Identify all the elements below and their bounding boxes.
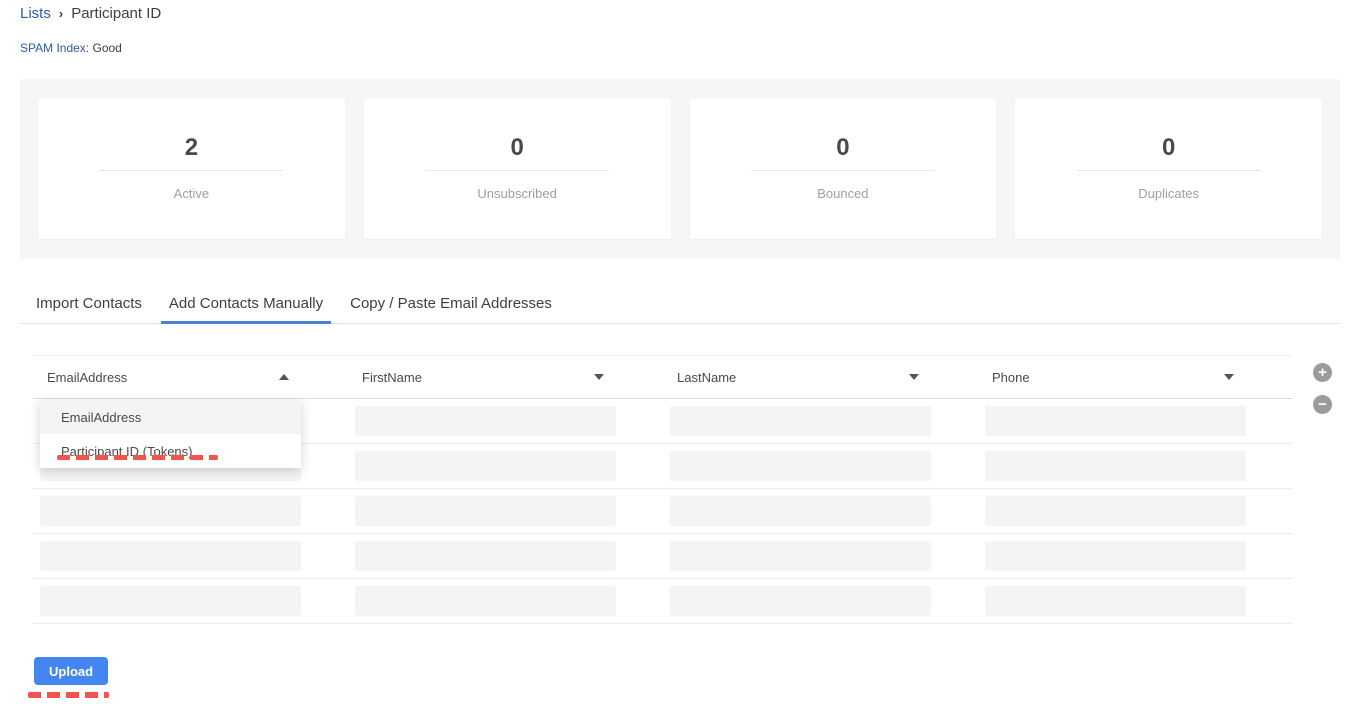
dropdown-option-emailaddress[interactable]: EmailAddress <box>40 400 301 434</box>
column-header-label: Phone <box>992 370 1030 385</box>
column-select-firstname[interactable]: FirstName <box>355 356 616 398</box>
stat-value: 0 <box>836 135 849 161</box>
breadcrumb-link-lists[interactable]: Lists <box>20 5 51 22</box>
breadcrumb-current: Participant ID <box>71 5 161 22</box>
remove-row-button[interactable]: − <box>1313 395 1332 414</box>
phone-input[interactable] <box>985 406 1246 436</box>
contact-row <box>33 534 1293 579</box>
annotation-dashed-underline-upload <box>28 692 109 698</box>
add-row-button[interactable]: + <box>1313 363 1332 382</box>
stat-value: 0 <box>1162 135 1175 161</box>
emailaddress-column-dropdown: EmailAddress Participant ID (Tokens) <box>40 400 301 468</box>
divider <box>99 170 283 171</box>
tab-add-contacts-manually[interactable]: Add Contacts Manually <box>161 295 331 324</box>
firstname-input[interactable] <box>355 496 616 526</box>
column-select-emailaddress[interactable]: EmailAddress <box>40 356 301 398</box>
row-controls: + − <box>1313 363 1332 414</box>
email-input[interactable] <box>40 541 301 571</box>
lastname-input[interactable] <box>670 496 931 526</box>
stat-label: Unsubscribed <box>477 186 557 201</box>
divider <box>751 170 935 171</box>
stat-label: Bounced <box>817 186 868 201</box>
stats-panel: 2 Active 0 Unsubscribed 0 Bounced 0 Dupl… <box>20 79 1340 259</box>
tab-copy-paste-email-addresses[interactable]: Copy / Paste Email Addresses <box>342 295 560 323</box>
chevron-down-icon <box>594 374 604 380</box>
firstname-input[interactable] <box>355 406 616 436</box>
phone-input[interactable] <box>985 451 1246 481</box>
stat-value: 0 <box>510 135 523 161</box>
table-header-row: EmailAddress FirstName LastName Phone <box>33 355 1293 399</box>
firstname-input[interactable] <box>355 451 616 481</box>
stat-label: Active <box>174 186 209 201</box>
stat-value: 2 <box>185 135 198 161</box>
stat-card-active: 2 Active <box>38 99 345 239</box>
chevron-down-icon <box>909 374 919 380</box>
email-input[interactable] <box>40 496 301 526</box>
firstname-input[interactable] <box>355 541 616 571</box>
stat-card-unsubscribed: 0 Unsubscribed <box>364 99 671 239</box>
phone-input[interactable] <box>985 496 1246 526</box>
lastname-input[interactable] <box>670 406 931 436</box>
email-input[interactable] <box>40 586 301 616</box>
firstname-input[interactable] <box>355 586 616 616</box>
stat-card-bounced: 0 Bounced <box>690 99 997 239</box>
stat-label: Duplicates <box>1138 186 1199 201</box>
contacts-mapping-table: EmailAddress FirstName LastName Phone <box>33 355 1293 624</box>
dropdown-option-participant-id-tokens[interactable]: Participant ID (Tokens) <box>40 434 301 468</box>
lastname-input[interactable] <box>670 586 931 616</box>
lastname-input[interactable] <box>670 541 931 571</box>
phone-input[interactable] <box>985 541 1246 571</box>
column-header-label: LastName <box>677 370 736 385</box>
spam-index-value: Good <box>92 41 121 55</box>
breadcrumb: Lists › Participant ID <box>20 5 1340 22</box>
spam-index: SPAM Index: Good <box>20 41 1340 55</box>
spam-index-label: SPAM Index: <box>20 41 89 55</box>
contact-row <box>33 579 1293 624</box>
chevron-down-icon <box>1224 374 1234 380</box>
column-select-lastname[interactable]: LastName <box>670 356 931 398</box>
chevron-up-icon <box>279 374 289 380</box>
chevron-right-icon: › <box>59 6 63 21</box>
tab-bar: Import Contacts Add Contacts Manually Co… <box>20 295 1340 324</box>
phone-input[interactable] <box>985 586 1246 616</box>
stat-card-duplicates: 0 Duplicates <box>1015 99 1322 239</box>
lastname-input[interactable] <box>670 451 931 481</box>
contact-row <box>33 489 1293 534</box>
upload-button[interactable]: Upload <box>34 657 108 685</box>
column-select-phone[interactable]: Phone <box>985 356 1246 398</box>
divider <box>1077 170 1261 171</box>
page: Lists › Participant ID SPAM Index: Good … <box>0 5 1360 707</box>
column-header-label: EmailAddress <box>47 370 127 385</box>
annotation-dashed-underline <box>57 455 218 460</box>
divider <box>425 170 609 171</box>
tab-import-contacts[interactable]: Import Contacts <box>28 295 150 323</box>
column-header-label: FirstName <box>362 370 422 385</box>
